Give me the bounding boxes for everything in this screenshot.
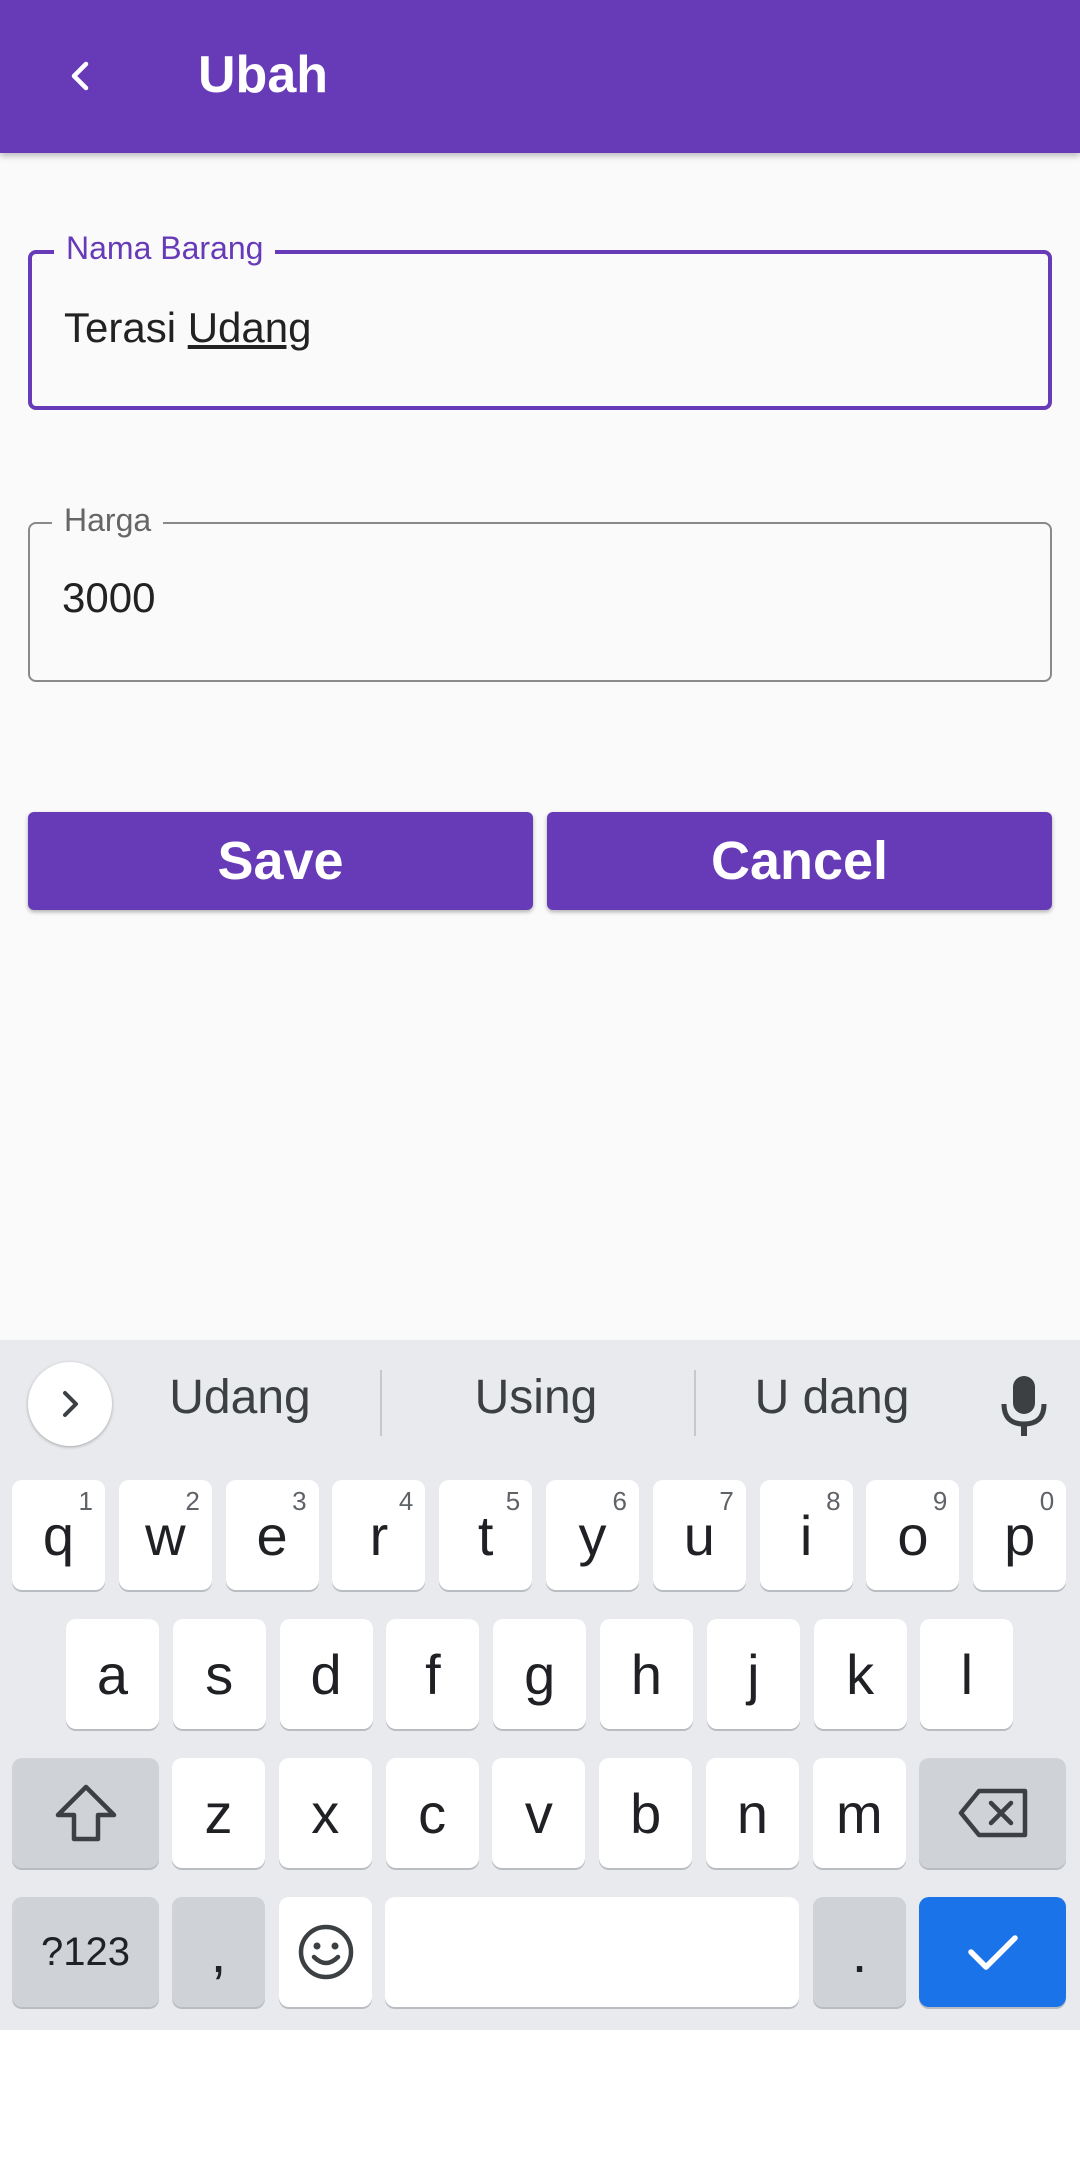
key-k[interactable]: k	[813, 1619, 907, 1729]
key-g[interactable]: g	[493, 1619, 587, 1729]
key-hint-number: 9	[932, 1486, 948, 1516]
key-j[interactable]: j	[706, 1619, 800, 1729]
page-title: Ubah	[198, 46, 328, 104]
backspace-key[interactable]	[919, 1758, 1066, 1868]
key-u[interactable]: 7u	[652, 1480, 746, 1590]
soft-keyboard: Udang Using U dang 1q2w3e4r5t6y7u8i9o0p …	[0, 1340, 1080, 2030]
key-z[interactable]: z	[172, 1758, 265, 1868]
key-h[interactable]: h	[600, 1619, 693, 1729]
key-label: t	[477, 1503, 494, 1567]
done-key[interactable]	[919, 1897, 1066, 2007]
key-label: r	[369, 1503, 389, 1567]
key-hint-number: 0	[1039, 1486, 1055, 1516]
key-label: o	[897, 1503, 929, 1567]
price-value: 3000	[62, 574, 156, 621]
suggestion-bar: Udang Using U dang	[0, 1340, 1080, 1470]
suggestion-1[interactable]: Udang	[140, 1370, 340, 1425]
key-hint-number: 1	[78, 1486, 93, 1516]
item-name-text: Terasi	[64, 304, 188, 351]
key-a[interactable]: a	[66, 1619, 159, 1729]
key-m[interactable]: m	[812, 1758, 906, 1868]
bottom-area	[0, 2030, 1080, 2160]
key-q[interactable]: 1q	[12, 1480, 105, 1590]
emoji-icon	[298, 1924, 353, 1980]
price-label: Harga	[52, 502, 164, 539]
item-name-field[interactable]: Nama Barang Terasi Udang	[28, 230, 1052, 410]
key-b[interactable]: b	[599, 1758, 693, 1868]
key-s[interactable]: s	[172, 1619, 266, 1729]
symbols-key[interactable]: ?123	[12, 1897, 159, 2007]
key-hint-number: 5	[505, 1486, 521, 1516]
key-label: w	[145, 1503, 186, 1567]
checkmark-icon	[967, 1935, 1018, 1970]
key-t[interactable]: 5t	[439, 1480, 533, 1590]
key-hint-number: 7	[719, 1486, 734, 1516]
key-hint-number: 4	[398, 1486, 414, 1516]
app-bar: Ubah	[0, 0, 1080, 153]
key-e[interactable]: 3e	[225, 1480, 319, 1590]
key-hint-number: 3	[292, 1486, 307, 1516]
microphone-icon[interactable]	[996, 1374, 1052, 1443]
suggestion-2[interactable]: Using	[420, 1370, 652, 1425]
key-w[interactable]: 2w	[118, 1480, 212, 1590]
price-field[interactable]: Harga 3000	[28, 502, 1052, 682]
key-f[interactable]: f	[386, 1619, 480, 1729]
key-c[interactable]: c	[385, 1758, 479, 1868]
item-name-value: Terasi Udang	[64, 304, 311, 352]
save-button[interactable]: Save	[28, 812, 533, 910]
item-name-composing-text: Udang	[187, 304, 312, 351]
key-l[interactable]: l	[920, 1619, 1014, 1729]
key-i[interactable]: 8i	[759, 1480, 853, 1590]
item-name-label: Nama Barang	[54, 230, 276, 267]
key-p[interactable]: 0p	[973, 1480, 1067, 1590]
suggestion-divider	[380, 1370, 382, 1436]
comma-key[interactable]: ,	[172, 1897, 265, 2007]
key-o[interactable]: 9o	[866, 1480, 960, 1590]
period-key[interactable]: .	[813, 1897, 906, 2007]
backspace-icon	[958, 1788, 1027, 1838]
key-label: y	[578, 1503, 607, 1567]
keyboard-expand-button[interactable]	[28, 1362, 112, 1446]
back-button[interactable]	[40, 36, 120, 116]
cancel-button[interactable]: Cancel	[547, 812, 1052, 910]
key-r[interactable]: 4r	[332, 1480, 426, 1590]
key-label: e	[256, 1503, 288, 1567]
key-label: u	[683, 1503, 715, 1567]
key-v[interactable]: v	[492, 1758, 586, 1868]
key-hint-number: 2	[185, 1486, 200, 1516]
key-hint-number: 8	[826, 1486, 841, 1516]
key-x[interactable]: x	[278, 1758, 372, 1868]
shift-arrow-icon	[55, 1784, 116, 1842]
key-label: p	[1004, 1503, 1036, 1567]
emoji-key[interactable]	[279, 1897, 372, 2007]
shift-key[interactable]	[12, 1758, 159, 1868]
chevron-right-icon	[63, 1391, 78, 1417]
key-label: q	[42, 1503, 75, 1567]
space-key[interactable]	[385, 1897, 799, 2007]
key-d[interactable]: d	[279, 1619, 373, 1729]
key-label: i	[799, 1503, 813, 1567]
key-hint-number: 6	[612, 1486, 627, 1516]
suggestion-divider	[694, 1370, 696, 1436]
key-n[interactable]: n	[706, 1758, 799, 1868]
back-arrow-icon	[71, 61, 89, 91]
suggestion-3[interactable]: U dang	[712, 1370, 952, 1425]
key-y[interactable]: 6y	[546, 1480, 639, 1590]
